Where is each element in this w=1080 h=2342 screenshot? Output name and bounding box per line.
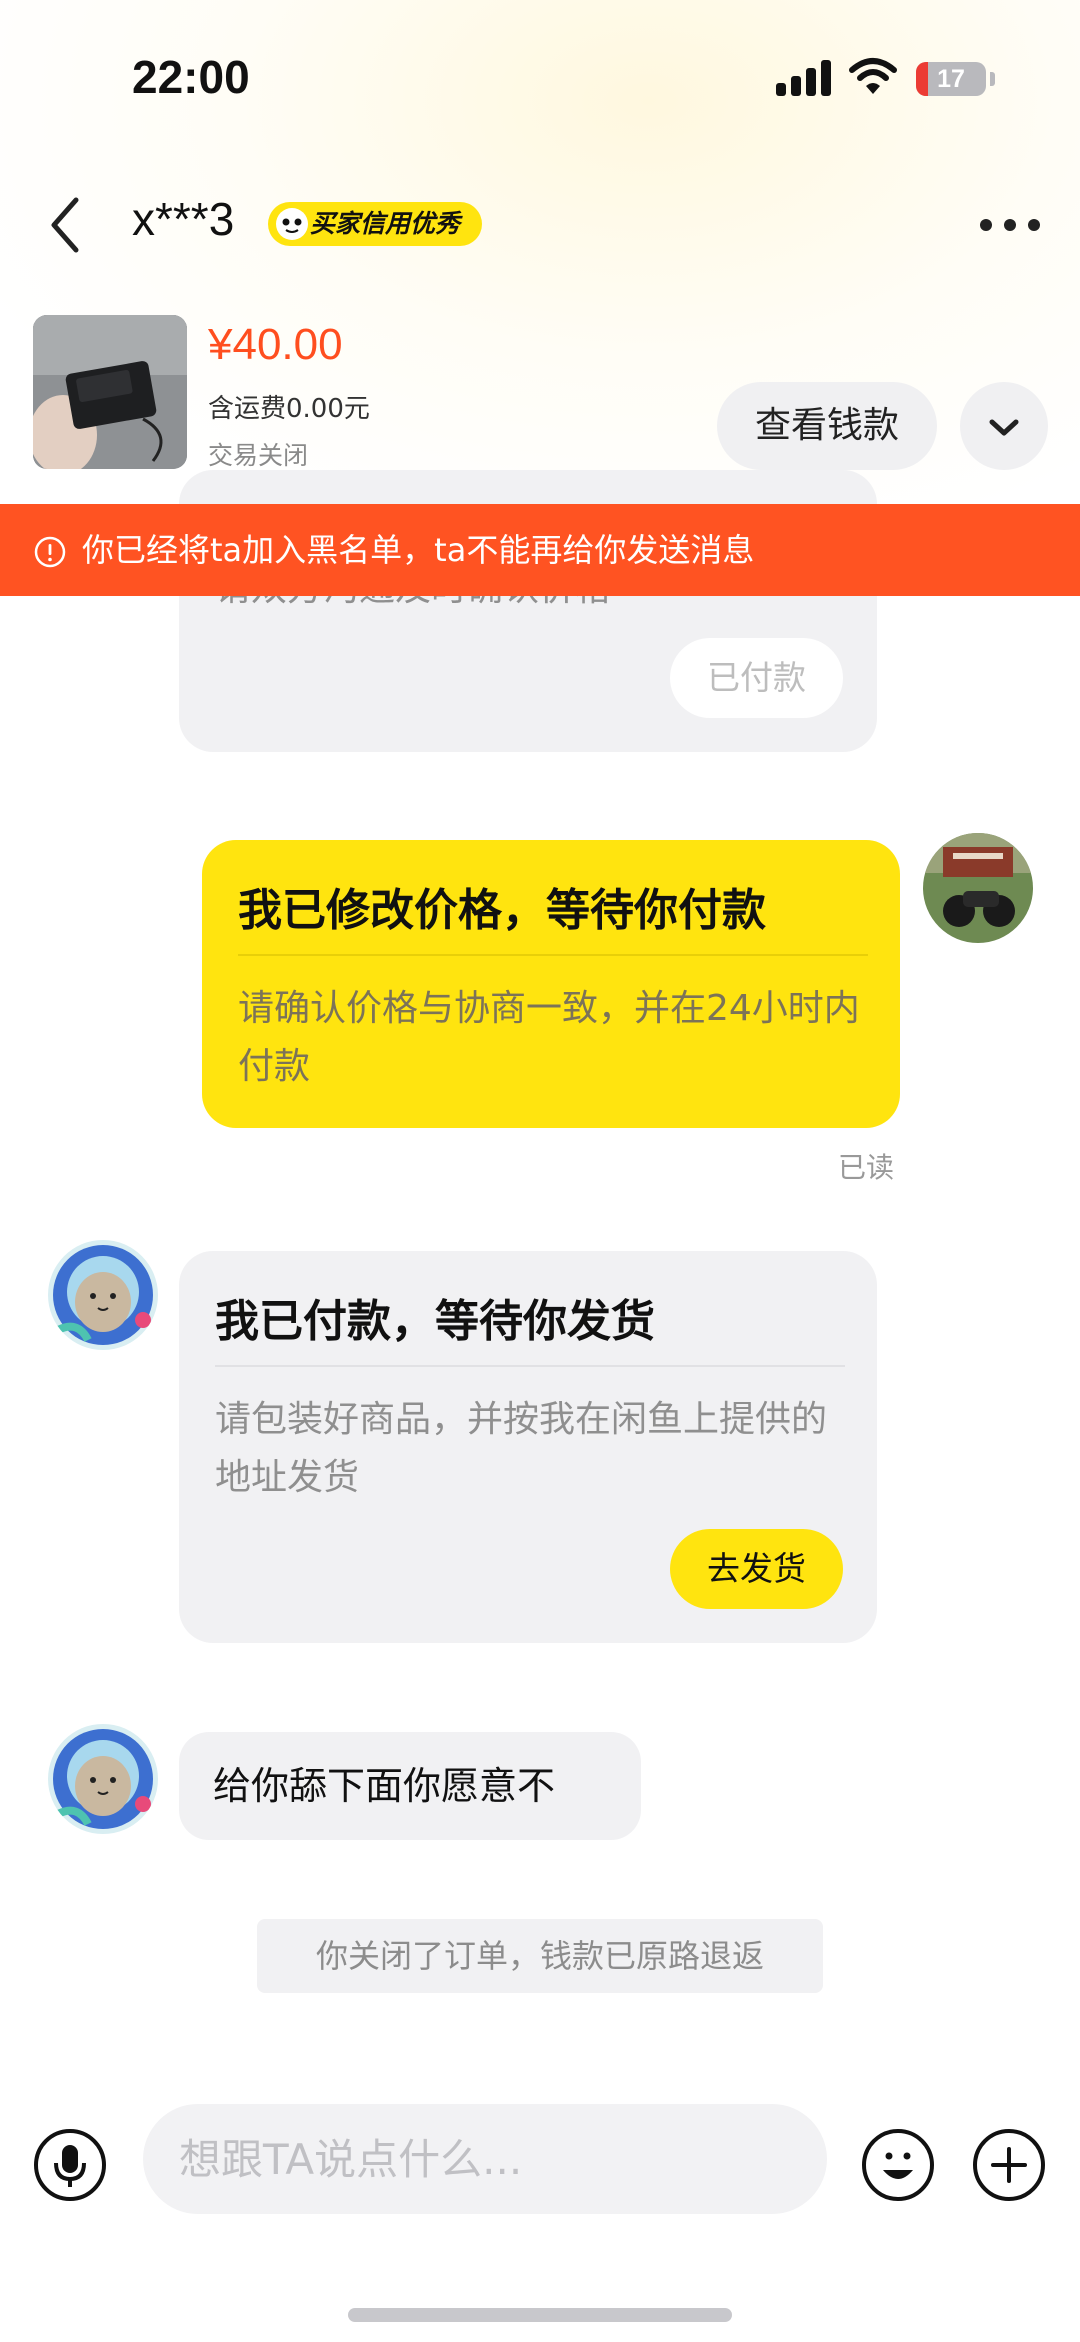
buyer-avatar-2[interactable] (48, 1724, 158, 1834)
shipping-fee: 含运费0.00元 (208, 394, 370, 424)
home-indicator (348, 2308, 732, 2322)
message-input[interactable] (143, 2104, 827, 2214)
cat-astronaut-avatar-image (48, 1724, 158, 1834)
buyer-text-message: 给你舔下面你愿意不 (213, 1764, 556, 1808)
seller-message-card: 我已修改价格，等待你付款 请确认价格与协商一致，并在24小时内付款 (202, 840, 900, 1128)
exclamation-circle-icon (34, 536, 66, 568)
order-status: 交易关闭 (208, 441, 309, 470)
chat-title[interactable]: x***3 (132, 192, 234, 246)
battery-icon: 17 (916, 62, 986, 96)
credit-badge-label: 买家信用优秀 (310, 209, 461, 238)
back-button[interactable] (40, 190, 90, 260)
blacklist-banner-text: 你已经将ta加入黑名单，ta不能再给你发送消息 (82, 531, 755, 569)
microphone-icon[interactable] (33, 2128, 107, 2202)
more-button[interactable] (978, 204, 1042, 244)
view-money-button[interactable]: 查看钱款 (717, 382, 937, 470)
credit-badge[interactable]: 买家信用优秀 (268, 202, 482, 246)
wifi-icon (849, 58, 897, 94)
seller-avatar[interactable] (923, 833, 1033, 943)
product-price: ¥40.00 (208, 320, 343, 369)
buyer-card-divider (215, 1365, 845, 1367)
buyer-text-bubble: 给你舔下面你愿意不 (179, 1732, 641, 1840)
expand-button[interactable] (960, 382, 1048, 470)
motorcycle-avatar-image (923, 833, 1033, 943)
seller-card-title: 我已修改价格，等待你付款 (238, 885, 766, 936)
read-receipt: 已读 (838, 1151, 895, 1184)
product-thumbnail[interactable] (33, 315, 187, 469)
system-message: 你关闭了订单，钱款已原路退返 (257, 1919, 823, 1993)
buyer-message-card: 我已付款，等待你发货 请包装好商品，并按我在闲鱼上提供的地址发货 去发货 (179, 1251, 877, 1643)
emoji-icon[interactable] (861, 2128, 935, 2202)
buyer-card-body: 请包装好商品，并按我在闲鱼上提供的地址发货 (215, 1399, 828, 1498)
buyer-card-title: 我已付款，等待你发货 (215, 1296, 655, 1347)
buyer-avatar[interactable] (48, 1240, 158, 1350)
seller-card-divider (238, 954, 868, 956)
blacklist-banner: 你已经将ta加入黑名单，ta不能再给你发送消息 (0, 504, 1080, 596)
product-photo (33, 315, 187, 469)
seller-card-body: 请确认价格与协商一致，并在24小时内付款 (238, 988, 860, 1087)
plus-circle-icon[interactable] (972, 2128, 1046, 2202)
ship-button[interactable]: 去发货 (670, 1529, 843, 1609)
paid-button[interactable]: 已付款 (670, 638, 843, 718)
battery-tip (990, 72, 995, 86)
chevron-down-icon (989, 419, 1019, 436)
cellular-signal-icon (774, 58, 834, 96)
cat-astronaut-avatar-image (48, 1240, 158, 1350)
fish-face-icon (276, 208, 308, 240)
status-time: 22:00 (132, 51, 250, 103)
battery-level: 17 (937, 65, 965, 93)
